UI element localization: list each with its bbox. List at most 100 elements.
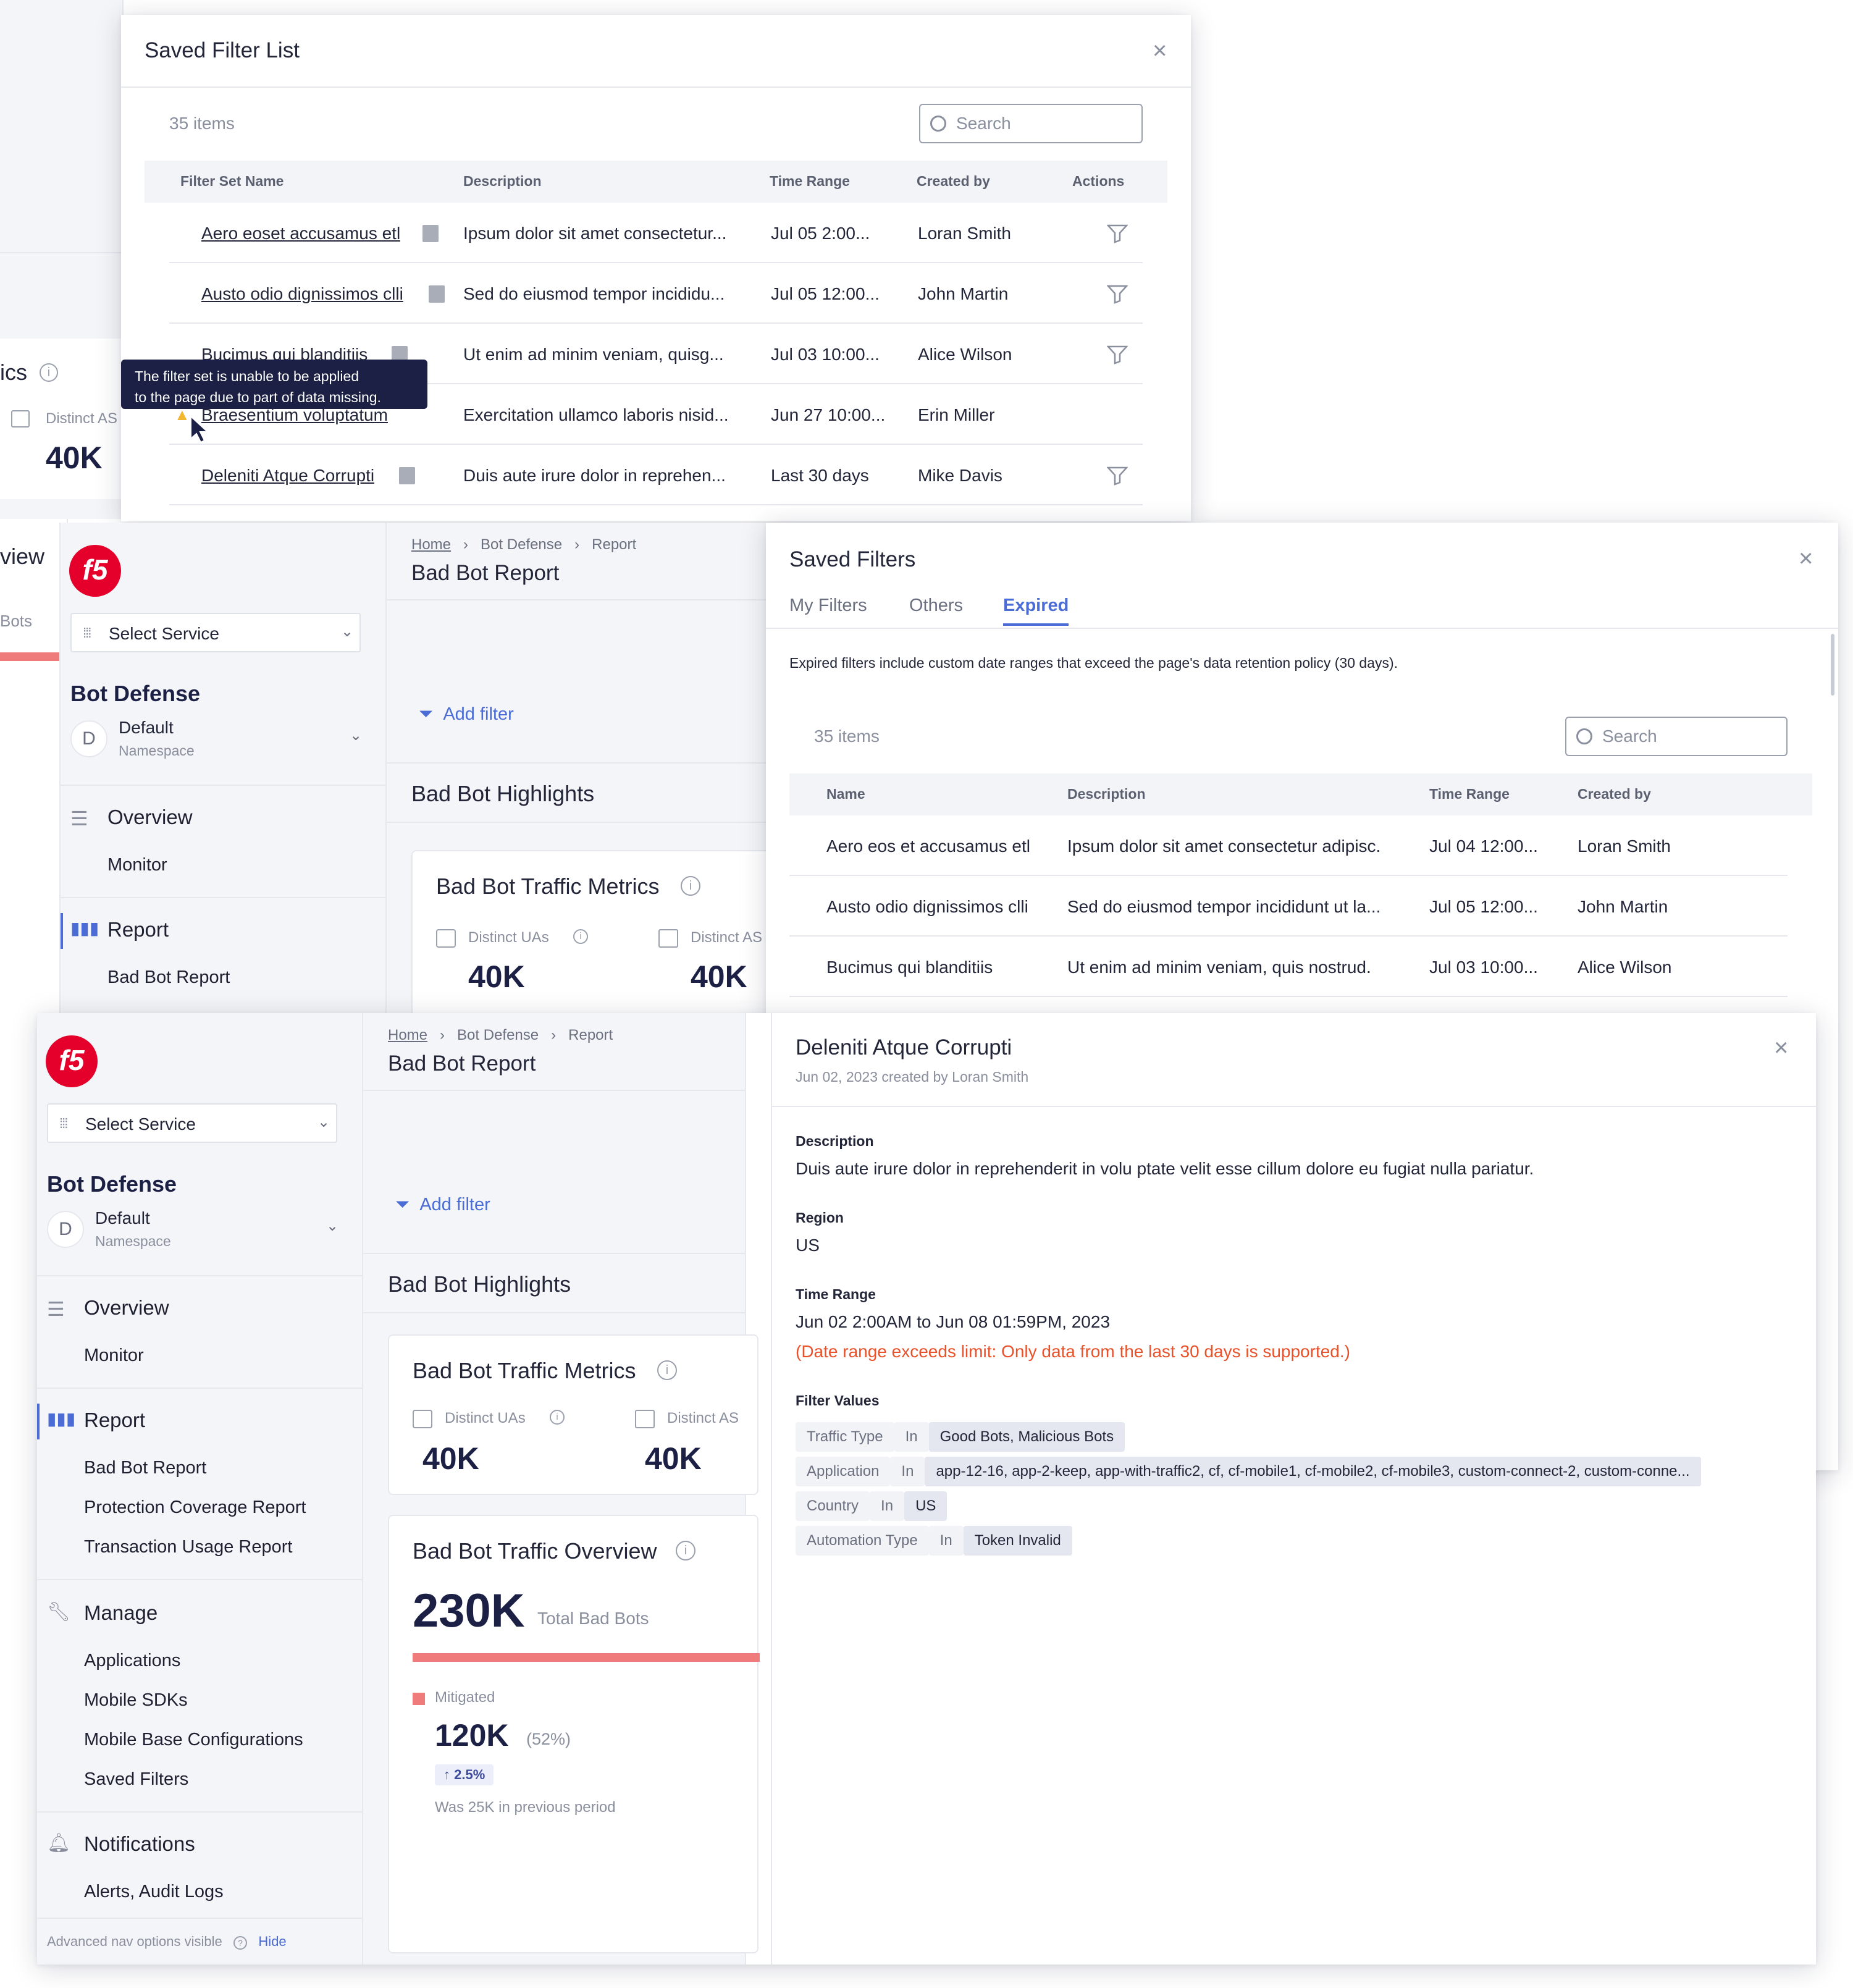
filter-creator: Loran Smith: [1578, 836, 1671, 856]
f5-logo[interactable]: f5: [69, 545, 121, 597]
breadcrumb-report: Report: [592, 536, 637, 553]
col-time-range[interactable]: Time Range: [770, 173, 850, 190]
sidebar: f5 ⁞⁞⁞ Select Service ⌄ Bot Defense D De…: [37, 1013, 363, 1965]
filter-value: Token Invalid: [963, 1526, 1072, 1556]
filter-name-link[interactable]: Deleniti Atque Corrupti: [201, 466, 374, 486]
bg-metric-label: Distinct AS: [46, 410, 118, 427]
nav-applications[interactable]: Applications: [84, 1651, 180, 1671]
nav-alerts-audit-logs[interactable]: Alerts, Audit Logs: [84, 1882, 224, 1902]
copy-icon[interactable]: [399, 467, 415, 484]
nav-overview[interactable]: Overview: [84, 1296, 169, 1320]
nav-mobile-sdks[interactable]: Mobile SDKs: [84, 1690, 188, 1711]
tab-expired[interactable]: Expired: [1003, 596, 1069, 626]
filter-apply-icon[interactable]: [1107, 224, 1128, 243]
close-icon[interactable]: ×: [1774, 1035, 1788, 1060]
copy-icon[interactable]: [429, 285, 445, 303]
namespace-avatar: D: [70, 720, 107, 757]
col-time-range[interactable]: Time Range: [1429, 786, 1510, 802]
filter-name-link[interactable]: Austo odio dignissimos clli: [201, 284, 403, 304]
filter-values-label: Filter Values: [796, 1392, 880, 1409]
bg-bots-fragment: Bots: [0, 612, 33, 630]
filter-value: Good Bots, Malicious Bots: [928, 1422, 1125, 1452]
breadcrumb-home[interactable]: Home: [388, 1027, 427, 1043]
nav-mobile-base-configurations[interactable]: Mobile Base Configurations: [84, 1730, 303, 1750]
nav-notifications[interactable]: Notifications: [84, 1832, 195, 1856]
calendar-icon: [413, 1410, 432, 1428]
adv-nav-text: Advanced nav options visible: [47, 1934, 222, 1949]
namespace-selector[interactable]: D Default Namespace ⌄: [70, 718, 371, 767]
screen-3: f5 ⁞⁞⁞ Select Service ⌄ Bot Defense D De…: [37, 1013, 1817, 1965]
search-input[interactable]: Search: [1565, 717, 1788, 756]
search-input[interactable]: Search: [919, 104, 1143, 143]
metric-label: Distinct UAs: [468, 929, 549, 946]
filter-name-link[interactable]: Austo odio dignissimos clli: [826, 897, 1028, 917]
col-description[interactable]: Description: [463, 173, 542, 190]
filter-name-link[interactable]: Aero eos et accusamus etl: [826, 836, 1030, 856]
card-title: Bad Bot Traffic Metrics: [436, 874, 660, 899]
mitigated-swatch: [413, 1693, 425, 1705]
filter-apply-icon[interactable]: [1107, 284, 1128, 304]
f5-logo[interactable]: f5: [46, 1035, 98, 1087]
nav-monitor[interactable]: Monitor: [107, 855, 167, 875]
filter-name-link[interactable]: Aero eoset accusamus etl: [201, 224, 400, 243]
nav-transaction-usage-report[interactable]: Transaction Usage Report: [84, 1537, 292, 1557]
breadcrumb-home[interactable]: Home: [411, 536, 451, 553]
add-filter-button[interactable]: ⏷ Add filter: [419, 704, 514, 725]
add-filter-button[interactable]: ⏷ Add filter: [395, 1195, 490, 1215]
scrollbar[interactable]: [1831, 634, 1834, 696]
copy-icon[interactable]: [422, 225, 439, 242]
tab-my-filters[interactable]: My Filters: [789, 596, 867, 616]
nav-report[interactable]: Report: [107, 918, 169, 941]
table-header: Filter Set Name Description Time Range C…: [145, 161, 1167, 203]
namespace-avatar: D: [47, 1211, 84, 1248]
add-filter-label: Add filter: [419, 1195, 490, 1215]
nav-overview[interactable]: Overview: [107, 806, 193, 829]
nav-monitor[interactable]: Monitor: [84, 1346, 144, 1366]
table-row: Aero eoset accusamus etl Ipsum dolor sit…: [169, 203, 1143, 263]
namespace-selector[interactable]: D Default Namespace ⌄: [47, 1208, 347, 1258]
nav-bad-bot-report[interactable]: Bad Bot Report: [107, 967, 230, 988]
select-service-label: Select Service: [109, 624, 219, 643]
col-filter-set-name[interactable]: Filter Set Name: [180, 173, 284, 190]
col-name[interactable]: Name: [826, 786, 865, 802]
info-icon: i: [40, 363, 58, 382]
col-created-by[interactable]: Created by: [1578, 786, 1651, 802]
breadcrumb-bot-defense[interactable]: Bot Defense: [481, 536, 562, 553]
hide-link[interactable]: Hide: [258, 1934, 286, 1949]
nav-manage[interactable]: Manage: [84, 1601, 158, 1625]
region-value: US: [796, 1236, 820, 1255]
metric-label: Distinct AS: [667, 1410, 739, 1426]
filter-desc: Ut enim ad minim veniam, quisg...: [463, 345, 724, 364]
chevron-right-icon: ›: [566, 536, 588, 553]
namespace-label: Namespace: [95, 1233, 171, 1249]
filter-apply-icon[interactable]: [1107, 345, 1128, 364]
wrench-icon: 🔧︎: [47, 1602, 71, 1622]
filter-apply-icon[interactable]: [1107, 466, 1128, 486]
filter-time: Jul 05 2:00...: [771, 224, 870, 243]
highlights-title: Bad Bot Highlights: [411, 781, 595, 806]
filter-creator: Alice Wilson: [918, 345, 1012, 364]
report-icon: ▮▮▮: [70, 919, 99, 938]
nav-saved-filters[interactable]: Saved Filters: [84, 1769, 188, 1790]
screen-2: f5 ⁞⁞⁞ Select Service ⌄ Bot Defense D De…: [59, 523, 807, 1023]
tab-others[interactable]: Others: [909, 596, 963, 616]
select-service-dropdown[interactable]: ⁞⁞⁞ Select Service ⌄: [47, 1103, 337, 1143]
breadcrumb-bot-defense[interactable]: Bot Defense: [457, 1027, 539, 1043]
close-icon[interactable]: ×: [1799, 546, 1813, 571]
col-description[interactable]: Description: [1067, 786, 1146, 802]
filter-desc: Sed do eiusmod tempor incididunt ut la..…: [1067, 897, 1381, 916]
table-row: Aero eos et accusamus etl Ipsum dolor si…: [789, 815, 1788, 876]
table-header: Name Description Time Range Created by: [789, 773, 1812, 815]
nav-protection-coverage-report[interactable]: Protection Coverage Report: [84, 1497, 306, 1518]
select-service-dropdown[interactable]: ⁞⁞⁞ Select Service ⌄: [70, 613, 361, 652]
page-title: Bad Bot Report: [411, 561, 560, 585]
nav-bad-bot-report[interactable]: Bad Bot Report: [84, 1458, 206, 1478]
card-title: Bad Bot Traffic Overview: [413, 1538, 657, 1564]
server-icon: [11, 410, 30, 428]
filter-name-link[interactable]: Bucimus qui blanditiis: [826, 958, 993, 977]
filter-time: Jul 05 12:00...: [771, 284, 880, 303]
filter-desc: Sed do eiusmod tempor incididu...: [463, 284, 725, 303]
nav-report[interactable]: Report: [84, 1409, 145, 1432]
col-created-by[interactable]: Created by: [917, 173, 990, 190]
close-icon[interactable]: ×: [1153, 38, 1167, 63]
